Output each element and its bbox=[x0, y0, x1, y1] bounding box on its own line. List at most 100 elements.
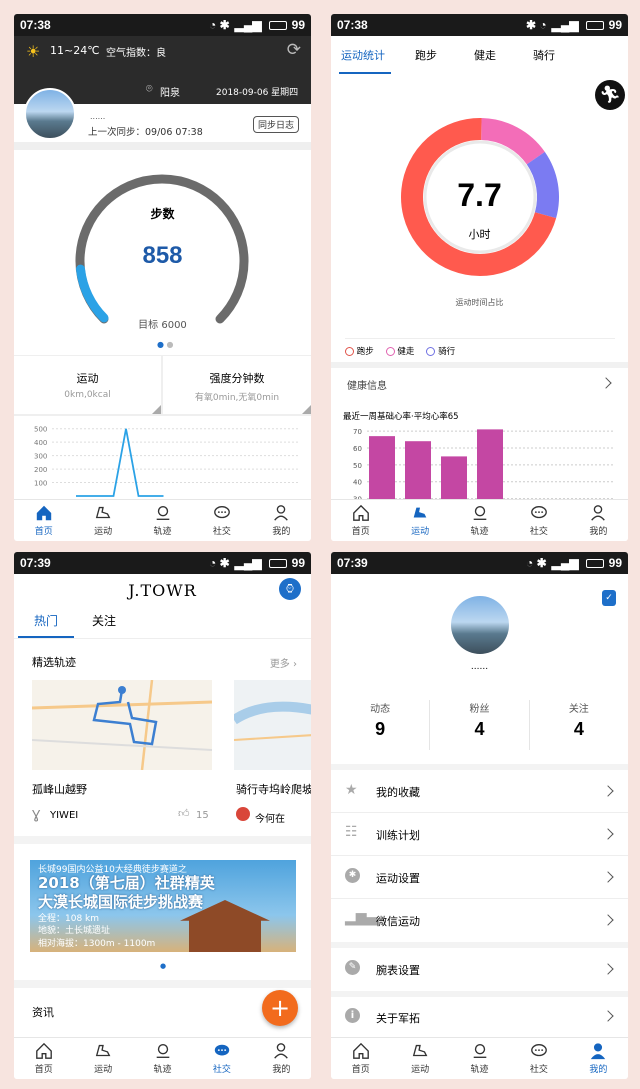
card1-user: YIWEI bbox=[50, 810, 79, 821]
chevron-right-icon bbox=[602, 871, 614, 883]
card1-likes: 15 bbox=[196, 810, 209, 821]
track-card-1[interactable] bbox=[32, 680, 212, 770]
bottom-nav: 首页 运动 轨迹 社交 我的 bbox=[14, 1037, 311, 1079]
stat-posts[interactable]: 动态 9 bbox=[331, 700, 431, 750]
wifi-icon: ◔ ✱ bbox=[526, 556, 547, 570]
runner-icon: ✱ bbox=[345, 868, 360, 883]
route-map-2 bbox=[234, 701, 311, 741]
nav-me[interactable]: 我的 bbox=[252, 500, 311, 541]
user-mark-icon: Ɣ bbox=[32, 808, 41, 822]
nav-home[interactable]: 首页 bbox=[331, 500, 390, 541]
nav-track[interactable]: 轨迹 bbox=[450, 500, 509, 541]
banner-line-4: 地貌：土长城遗址 bbox=[38, 926, 111, 936]
pin-icon bbox=[473, 1044, 486, 1058]
nav-me[interactable]: 我的 bbox=[569, 500, 628, 541]
nav-sport[interactable]: 运动 bbox=[390, 500, 449, 541]
stat-following[interactable]: 关注 4 bbox=[530, 700, 628, 750]
bar-chart-icon: ▂▆▄ bbox=[345, 910, 378, 926]
menu-sport-settings[interactable]: ✱ 运动设置 bbox=[331, 856, 628, 899]
menu-wechat-sport[interactable]: ▂▆▄ 微信运动 bbox=[331, 899, 628, 942]
menu-about[interactable]: i 关于军拓 bbox=[331, 997, 628, 1037]
nav-me[interactable]: 我的 bbox=[252, 1038, 311, 1079]
nav-social[interactable]: 社交 bbox=[509, 500, 568, 541]
profile-stats: 动态 9 粉丝 4 关注 4 bbox=[331, 700, 628, 750]
thumb-up-icon[interactable]: 👍︎ bbox=[178, 807, 190, 820]
person-icon bbox=[274, 505, 289, 521]
person-icon bbox=[274, 1043, 289, 1059]
intensity-title: 强度分钟数 bbox=[209, 372, 265, 385]
gauge-goal: 目标 6000 bbox=[138, 320, 187, 331]
profile-avatar[interactable] bbox=[451, 596, 509, 654]
home-icon bbox=[36, 505, 51, 521]
nav-social[interactable]: 社交 bbox=[509, 1038, 568, 1079]
watch-icon[interactable]: ⌚︎ bbox=[279, 578, 301, 600]
nav-home[interactable]: 首页 bbox=[14, 500, 73, 541]
nav-sport[interactable]: 运动 bbox=[390, 1038, 449, 1079]
track-card-2[interactable] bbox=[234, 680, 311, 770]
nav-social[interactable]: 社交 bbox=[192, 1038, 251, 1079]
nav-me[interactable]: 我的 bbox=[569, 1038, 628, 1079]
nav-sport[interactable]: 运动 bbox=[73, 500, 132, 541]
nav-track[interactable]: 轨迹 bbox=[133, 1038, 192, 1079]
health-info-row[interactable]: 健康信息 bbox=[331, 368, 628, 398]
shoe-icon bbox=[95, 506, 111, 519]
tab-run[interactable]: 跑步 bbox=[415, 47, 437, 63]
sport-card[interactable]: 运动 0km,0kcal bbox=[14, 356, 161, 414]
panel-social: 07:39 ◔ ✱ ▂▄▆ 99 J.TOWR ⌚︎ 热门 关注 精选轨迹 更多 ›… bbox=[14, 552, 311, 1079]
chevron-right-icon bbox=[600, 377, 612, 389]
chat-icon bbox=[531, 1044, 547, 1057]
intensity-card[interactable]: 强度分钟数 有氧0min,无氧0min bbox=[163, 356, 311, 414]
avatar[interactable] bbox=[24, 88, 76, 140]
tab-hot[interactable]: 热门 bbox=[34, 612, 58, 629]
pin-icon bbox=[156, 1044, 169, 1058]
signal-icon: ▂▄▆ bbox=[234, 556, 262, 570]
runner-fab[interactable]: 🏃︎ bbox=[595, 80, 625, 110]
tab-ride[interactable]: 骑行 bbox=[533, 47, 555, 63]
nav-sport[interactable]: 运动 bbox=[73, 1038, 132, 1079]
tab-walk[interactable]: 健走 bbox=[474, 47, 496, 63]
signal-icon: ▂▄▆ bbox=[234, 18, 262, 32]
menu-favorites[interactable]: ★ 我的收藏 bbox=[331, 770, 628, 813]
calendar-icon: ☷ bbox=[345, 824, 358, 840]
air-quality: 空气指数：良 bbox=[106, 48, 166, 59]
nav-home[interactable]: 首页 bbox=[14, 1038, 73, 1079]
stat-fans[interactable]: 粉丝 4 bbox=[430, 700, 530, 750]
nav-track[interactable]: 轨迹 bbox=[450, 1038, 509, 1079]
nav-home[interactable]: 首页 bbox=[331, 1038, 390, 1079]
chevron-right-icon bbox=[602, 828, 614, 840]
gauge-value: 858 bbox=[142, 242, 183, 269]
bottom-nav: 首页 运动 轨迹 社交 我的 bbox=[14, 499, 311, 541]
sport-sub: 0km,0kcal bbox=[64, 390, 111, 400]
sync-bar: ...... 上一次同步：09/06 07:38 同步日志 bbox=[14, 88, 311, 142]
y-tick-label: 400 bbox=[34, 439, 47, 447]
divider bbox=[14, 980, 311, 988]
nav-track[interactable]: 轨迹 bbox=[133, 500, 192, 541]
card1-title: 孤峰山越野 bbox=[32, 783, 87, 796]
battery-icon bbox=[268, 20, 287, 30]
refresh-icon[interactable]: ⟳ bbox=[287, 40, 301, 60]
status-bar: 07:38 ◔ ✱ ▂▄▆ 99 bbox=[14, 14, 311, 36]
menu-watch-settings[interactable]: ✎ 腕表设置 bbox=[331, 948, 628, 991]
chevron-right-icon bbox=[602, 785, 614, 797]
y-tick-label: 40 bbox=[353, 479, 362, 487]
battery-icon bbox=[585, 20, 604, 30]
y-tick-label: 500 bbox=[34, 426, 47, 434]
nav-social[interactable]: 社交 bbox=[192, 500, 251, 541]
location-icon: ⌾ bbox=[146, 82, 153, 95]
sport-title: 运动 bbox=[76, 372, 99, 385]
sync-log-button[interactable]: 同步日志 bbox=[252, 116, 299, 133]
add-post-button[interactable]: + bbox=[262, 990, 298, 1026]
more-link[interactable]: 更多 › bbox=[270, 655, 297, 670]
event-banner[interactable]: 长城99国内公益10大经典徒步赛道之 2018（第七届）社群精英 大漠长城国际徒… bbox=[30, 860, 296, 952]
wifi-icon: ◔ ✱ bbox=[209, 18, 230, 32]
heart-bar bbox=[441, 456, 467, 502]
heart-bar-chart: 7060504030 bbox=[353, 428, 613, 504]
watch-check-icon[interactable]: ✓ bbox=[602, 590, 616, 606]
tab-sport-stats[interactable]: 运动统计 bbox=[341, 47, 385, 63]
home-icon bbox=[35, 1042, 52, 1059]
banner-line-2: 大漠长城国际徒步挑战赛 bbox=[38, 893, 204, 911]
tab-follow[interactable]: 关注 bbox=[92, 612, 116, 629]
chat-icon bbox=[214, 1044, 230, 1056]
username: ...... bbox=[90, 112, 106, 121]
menu-training[interactable]: ☷ 训练计划 bbox=[331, 813, 628, 856]
